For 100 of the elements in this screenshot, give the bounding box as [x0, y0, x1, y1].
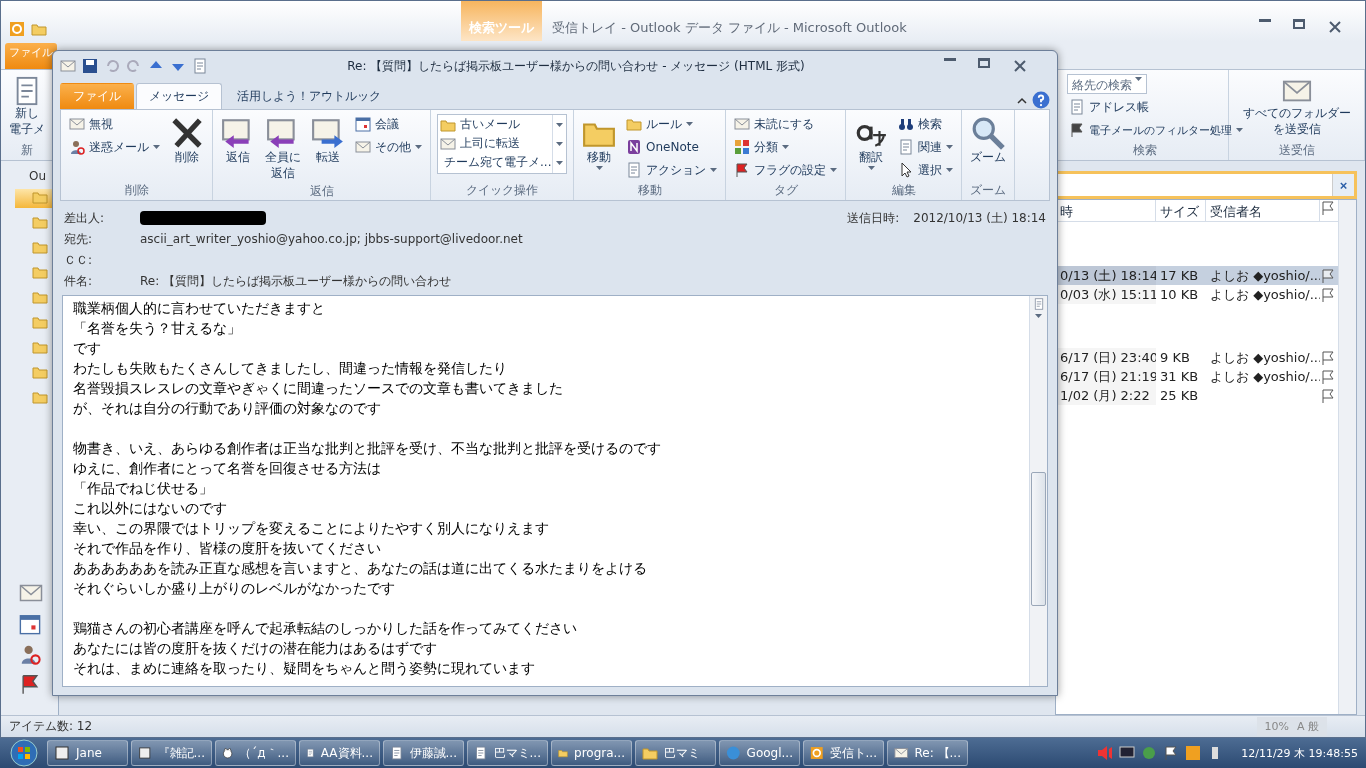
envelope-icon	[355, 139, 371, 155]
sent-date: 2012/10/13 (土) 18:14	[913, 210, 1046, 227]
app-icon	[1185, 745, 1202, 761]
taskbar-button[interactable]: progra...	[551, 740, 632, 766]
ribbon-button[interactable]: 迷惑メール	[67, 137, 162, 157]
group-label: ズーム	[969, 182, 1007, 199]
document-icon	[898, 139, 914, 155]
ribbon-button[interactable]: ルール	[624, 114, 719, 134]
ribbon-button[interactable]: ズーム	[968, 114, 1008, 182]
envelope-icon	[60, 58, 76, 74]
ribbon-button[interactable]: 分類	[732, 137, 839, 157]
ribbon-button[interactable]: 全員に 返信	[263, 114, 303, 184]
body-line: わたしも失敗もたくさんしてきましたし、間違った情報を発信したり	[73, 359, 508, 378]
calendar-icon	[355, 116, 371, 132]
body-line: それは、まめに連絡を取ったり、疑問をちゃんと問う姿勢に現れています	[73, 659, 536, 678]
scroll-thumb[interactable]	[1031, 472, 1046, 606]
group-label: 検索	[1131, 142, 1158, 159]
flag-icon	[1320, 349, 1336, 366]
body-line: それぐらいしか盛り上がりのレベルがなかったです	[73, 579, 396, 598]
scrollbar[interactable]	[1029, 296, 1047, 686]
recipient-cell-text: よしお ◆yoshio/...	[1209, 267, 1320, 285]
body-line: 物書き、いえ、あらゆる創作者は正当な批判と批評を受け、不当な批判と批評を受けるのです	[73, 439, 662, 458]
folder-tree-root[interactable]: Ou	[29, 169, 47, 183]
window-title: 受信トレイ - Outlook データ ファイル - Microsoft Outlook	[551, 19, 908, 37]
ribbon-button[interactable]: 検索	[896, 114, 955, 134]
size-cell-text: 9 KB	[1159, 349, 1191, 367]
ribbon-button[interactable]: その他	[353, 137, 424, 157]
contacts-search-field[interactable]: 絡先の検索	[1067, 74, 1147, 94]
ribbon-tab[interactable]: 活用しよう！アウトルック	[224, 83, 394, 109]
ribbon-button[interactable]: 選択	[896, 160, 955, 180]
document-icon	[192, 58, 208, 74]
ribbon-button[interactable]: 削除	[168, 114, 206, 182]
caret-icon	[1035, 314, 1042, 318]
caret-icon	[946, 145, 953, 149]
subject: Re: 【質問】したらば掲示板ユーザー様からの問い合わせ	[140, 273, 453, 290]
caret-icon	[867, 165, 875, 170]
message-row[interactable]: 1/02 (月) 2:22 25 KB	[1056, 386, 1338, 405]
search-field[interactable]: ×	[1055, 171, 1357, 199]
document-icon	[626, 162, 642, 178]
save-icon	[82, 58, 98, 74]
window-icon	[138, 745, 152, 761]
network-icon	[1141, 745, 1158, 761]
ribbon-button[interactable]: 移動	[580, 114, 618, 182]
ribbon-button[interactable]: アクション	[624, 160, 719, 180]
ribbon-button[interactable]: 転送	[309, 114, 347, 184]
quick-step-item[interactable]: 古いメール	[438, 115, 552, 134]
clear-search-button[interactable]: ×	[1332, 174, 1354, 196]
new-email-button[interactable]: 新し 電子メ	[7, 74, 47, 142]
taskbar-button[interactable]: 伊藤誠...	[383, 740, 464, 766]
taskbar-button[interactable]: （´д｀...	[215, 740, 296, 766]
taskbar-button[interactable]: AA資料...	[299, 740, 380, 766]
caret-icon	[1135, 77, 1142, 81]
folder-icon	[32, 389, 48, 405]
globe-icon	[726, 745, 741, 761]
caret-icon	[830, 168, 837, 172]
ribbon-button[interactable]: 関連	[896, 137, 955, 157]
taskbar-button[interactable]: 受信ト...	[803, 740, 884, 766]
ribbon-button[interactable]: 無視	[67, 114, 162, 134]
taskbar-button[interactable]: 巴マミ	[635, 740, 716, 766]
envelope-icon	[440, 135, 456, 152]
field-label: 件名:	[64, 273, 94, 290]
taskbar-button[interactable]: 巴マミ...	[467, 740, 548, 766]
quick-step-item[interactable]: 上司に転送	[438, 134, 552, 153]
recipient-cell-text: よしお ◆yoshio/...	[1209, 368, 1320, 386]
column-header[interactable]: サイズ	[1156, 200, 1206, 221]
ribbon-tab[interactable]: メッセージ	[136, 83, 222, 109]
maximize-button[interactable]	[978, 58, 990, 68]
body-line: 名誉毀損スレスレの文章やぎゃくに間違ったソースでの文章も書いてきました	[73, 379, 564, 398]
ribbon-button[interactable]: 未読にする	[732, 114, 839, 134]
ribbon-button[interactable]: 会議	[353, 114, 424, 134]
folder-icon	[32, 314, 48, 330]
ribbon-button[interactable]: OneNote	[624, 137, 719, 157]
person-icon	[69, 139, 85, 155]
cat-face-icon	[222, 745, 234, 761]
date-cell: 1/02 (月) 2:22	[1056, 386, 1156, 405]
caret-icon	[415, 145, 422, 149]
close-icon	[1012, 58, 1028, 74]
taskbar-button[interactable]: Googl...	[719, 740, 800, 766]
taskbar-button[interactable]: Jane	[47, 740, 128, 766]
body-line: 幸い、この界隈ではトリップを変えることによりたやすく別人になりえます	[73, 519, 550, 538]
ribbon-button[interactable]: 返信	[219, 114, 257, 184]
taskbar-button[interactable]: 『雑記...	[131, 740, 212, 766]
monitor-icon	[1119, 745, 1136, 761]
column-header[interactable]: 受信者名	[1206, 200, 1320, 221]
quick-step-item[interactable]: チーム宛て電子メ...	[438, 153, 552, 172]
body-line: 「名誉を失う？甘えるな」	[73, 319, 242, 338]
envelope-icon	[734, 116, 750, 132]
message-row[interactable]: 0/03 (水) 15:11 10 KB よしお ◆yoshio/...	[1056, 285, 1338, 304]
size-cell-text: 17 KB	[1159, 267, 1200, 285]
group-label: 削除	[123, 182, 150, 199]
taskbar-button[interactable]: Re: 【...	[887, 740, 968, 766]
binoculars-icon	[898, 116, 914, 132]
ribbon-button[interactable]: 翻訳	[852, 114, 890, 182]
folder-icon	[32, 239, 48, 255]
ribbon-button[interactable]: フラグの設定	[732, 160, 839, 180]
scrollbar[interactable]	[1338, 200, 1356, 714]
magnifier-icon	[971, 116, 1005, 150]
person-icon	[19, 643, 41, 665]
maximize-button[interactable]	[1293, 19, 1305, 29]
forward-icon	[311, 116, 345, 150]
